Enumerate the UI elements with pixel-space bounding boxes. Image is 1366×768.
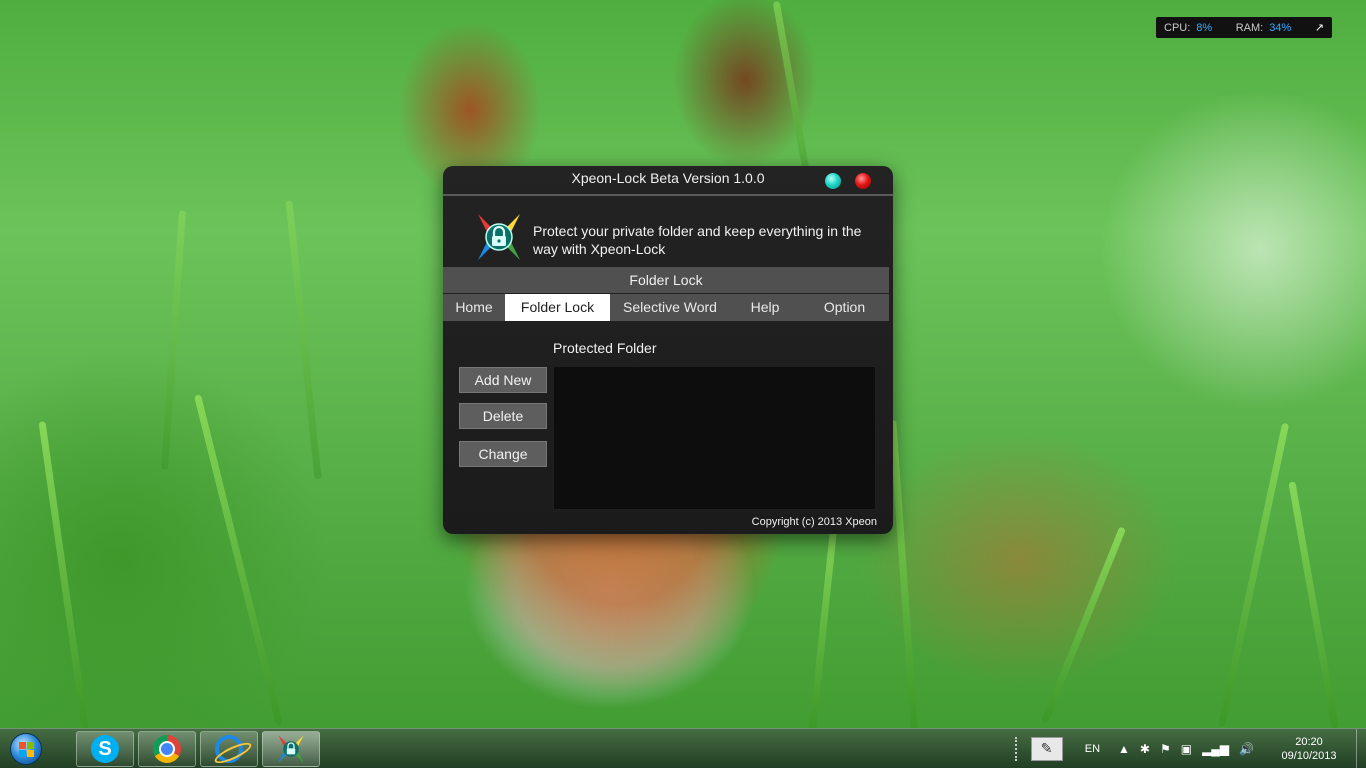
tab-selective-word[interactable]: Selective Word: [610, 294, 730, 321]
section-title: Folder Lock: [443, 267, 889, 293]
tray-grip: [1014, 737, 1019, 761]
cpu-value: 8%: [1196, 21, 1213, 34]
taskbar: S EN ▲ ✱ ⚑ ▣ ▂▄▆ 🔊 20:20 09/10/2013: [0, 728, 1366, 768]
grass-blade: [1288, 481, 1339, 729]
grass-blade: [285, 200, 322, 480]
volume-icon[interactable]: 🔊: [1239, 742, 1254, 756]
network-signal-icon[interactable]: ▂▄▆: [1202, 742, 1229, 756]
tagline: Protect your private folder and keep eve…: [533, 223, 862, 257]
xpeon-lock-window: Xpeon-Lock Beta Version 1.0.0 Protect yo…: [443, 166, 893, 534]
ram-label: RAM:: [1235, 21, 1264, 34]
action-center-flag-icon[interactable]: ⚑: [1160, 742, 1171, 756]
start-button[interactable]: [4, 731, 48, 767]
chrome-icon: [153, 735, 181, 763]
tab-help[interactable]: Help: [730, 294, 800, 321]
protected-folder-list[interactable]: [553, 366, 876, 510]
tab-option[interactable]: Option: [800, 294, 889, 321]
copyright-text: Copyright (c) 2013 Xpeon: [751, 516, 877, 528]
tablet-input-icon[interactable]: [1030, 737, 1063, 761]
taskbar-skype[interactable]: S: [76, 731, 134, 767]
taskbar-xpeon-lock[interactable]: [262, 731, 320, 767]
tab-folder-lock[interactable]: Folder Lock: [505, 294, 610, 321]
close-button[interactable]: [853, 171, 873, 191]
title-bar[interactable]: Xpeon-Lock Beta Version 1.0.0: [443, 166, 893, 196]
language-indicator[interactable]: EN: [1085, 743, 1100, 755]
clock-time: 20:20: [1295, 736, 1323, 748]
expand-arrow-icon[interactable]: ↗: [1315, 21, 1324, 34]
clock-date: 09/10/2013: [1281, 750, 1337, 762]
minimize-button[interactable]: [823, 171, 843, 191]
bluetooth-icon[interactable]: ✱: [1140, 742, 1150, 756]
delete-button[interactable]: Delete: [459, 403, 547, 429]
tab-home[interactable]: Home: [443, 294, 505, 321]
clock[interactable]: 20:20 09/10/2013: [1274, 735, 1344, 763]
grass-blade: [889, 420, 918, 730]
grass-blade: [193, 394, 284, 726]
grass-blade: [38, 421, 89, 729]
internet-explorer-icon: [215, 735, 243, 763]
protected-folder-label: Protected Folder: [553, 340, 657, 356]
grass-blade: [809, 520, 838, 730]
taskbar-internet-explorer[interactable]: [200, 731, 258, 767]
tab-bar: Home Folder Lock Selective Word Help Opt…: [443, 294, 889, 321]
grass-blade: [160, 210, 187, 470]
system-monitor-widget: CPU: 8% RAM: 34% ↗: [1156, 17, 1332, 38]
add-new-button[interactable]: Add New: [459, 367, 547, 393]
show-desktop-button[interactable]: [1356, 729, 1366, 768]
usb-device-icon[interactable]: ▣: [1181, 742, 1192, 756]
grass-blade: [1040, 526, 1127, 724]
xpeon-lock-logo-icon: [478, 214, 520, 260]
show-hidden-icons-icon[interactable]: ▲: [1118, 742, 1130, 756]
windows-logo-icon: [10, 733, 42, 765]
skype-icon: S: [91, 735, 119, 763]
system-tray: EN ▲ ✱ ⚑ ▣ ▂▄▆ 🔊 20:20 09/10/2013: [1014, 729, 1366, 768]
xpeon-lock-icon: [278, 735, 304, 763]
change-button[interactable]: Change: [459, 441, 547, 467]
grass-blade: [1217, 422, 1290, 728]
taskbar-chrome[interactable]: [138, 731, 196, 767]
cpu-label: CPU:: [1164, 21, 1191, 34]
ram-value: 34%: [1269, 21, 1292, 34]
